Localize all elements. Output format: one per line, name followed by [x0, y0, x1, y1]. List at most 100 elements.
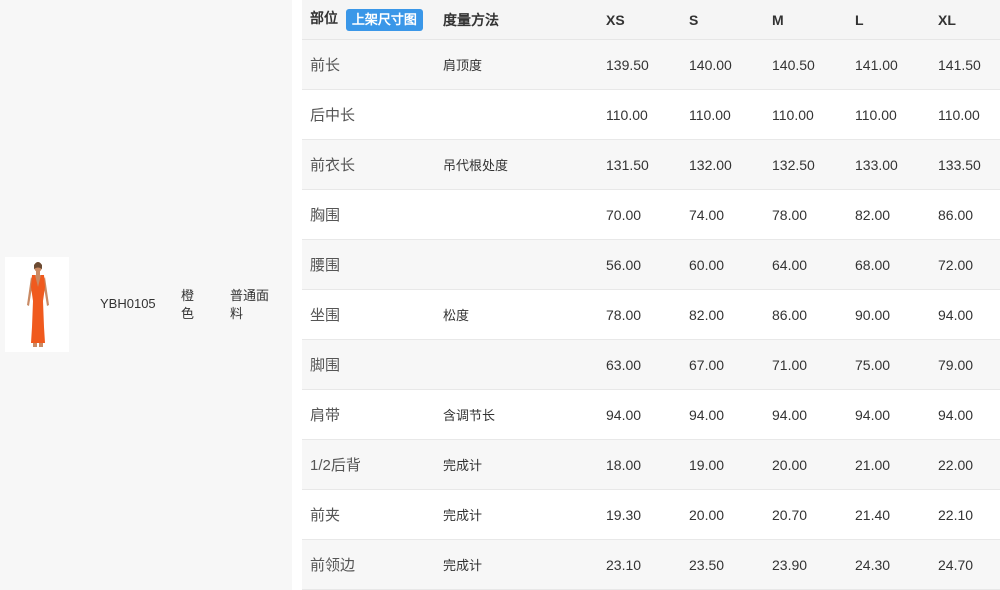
table-row: 后中长 110.00 110.00 110.00 110.00 110.00: [302, 89, 1000, 140]
size-value-xs: 131.50: [598, 139, 681, 190]
size-value-xs: 70.00: [598, 189, 681, 240]
table-row: 坐围 松度 78.00 82.00 86.00 90.00 94.00: [302, 289, 1000, 340]
size-value-l: 94.00: [847, 389, 930, 440]
table-row: 前夹 完成计 19.30 20.00 20.70 21.40 22.10: [302, 489, 1000, 540]
size-value-s: 82.00: [681, 289, 764, 340]
size-value-m: 71.00: [764, 339, 847, 390]
size-value-m: 94.00: [764, 389, 847, 440]
measurement-method: [435, 339, 598, 390]
size-value-l: 68.00: [847, 239, 930, 290]
size-value-l: 141.00: [847, 39, 930, 90]
size-value-s: 67.00: [681, 339, 764, 390]
size-value-xl: 86.00: [930, 189, 1000, 240]
header-size-l: L: [847, 0, 930, 40]
header-part: 部位 上架尺寸图: [302, 0, 435, 40]
product-info-panel: YBH0105 橙色 普通面料: [0, 0, 292, 590]
size-value-s: 110.00: [681, 89, 764, 140]
size-value-xl: 72.00: [930, 239, 1000, 290]
product-fabric: 普通面料: [230, 288, 270, 321]
table-row: 胸围 70.00 74.00 78.00 82.00 86.00: [302, 189, 1000, 240]
measurement-method: [435, 89, 598, 140]
size-value-m: 20.70: [764, 489, 847, 540]
table-row: 脚围 63.00 67.00 71.00 75.00 79.00: [302, 339, 1000, 390]
measurement-method: 完成计: [435, 539, 598, 590]
size-value-l: 21.40: [847, 489, 930, 540]
size-value-xs: 56.00: [598, 239, 681, 290]
measurement-part: 前衣长: [302, 139, 435, 190]
measurement-part: 前领边: [302, 539, 435, 590]
measurement-part: 1/2后背: [302, 439, 435, 490]
size-value-l: 21.00: [847, 439, 930, 490]
size-value-xl: 94.00: [930, 289, 1000, 340]
size-value-l: 133.00: [847, 139, 930, 190]
size-value-s: 74.00: [681, 189, 764, 240]
table-row: 前衣长 吊代根处度 131.50 132.00 132.50 133.00 133.50: [302, 139, 1000, 190]
product-color: 橙色: [181, 288, 195, 321]
size-value-l: 90.00: [847, 289, 930, 340]
size-value-m: 23.90: [764, 539, 847, 590]
size-value-xl: 133.50: [930, 139, 1000, 190]
measurement-part: 肩带: [302, 389, 435, 440]
size-value-xl: 94.00: [930, 389, 1000, 440]
size-value-xs: 63.00: [598, 339, 681, 390]
measurement-method: 肩顶度: [435, 39, 598, 90]
table-row: 腰围 56.00 60.00 64.00 68.00 72.00: [302, 239, 1000, 290]
size-value-l: 110.00: [847, 89, 930, 140]
size-value-s: 132.00: [681, 139, 764, 190]
upload-size-chart-button[interactable]: 上架尺寸图: [345, 8, 423, 31]
size-value-xl: 141.50: [930, 39, 1000, 90]
measurement-part: 脚围: [302, 339, 435, 390]
size-value-m: 20.00: [764, 439, 847, 490]
size-value-m: 78.00: [764, 189, 847, 240]
table-row: 肩带 含调节长 94.00 94.00 94.00 94.00 94.00: [302, 389, 1000, 440]
size-value-l: 75.00: [847, 339, 930, 390]
size-value-s: 20.00: [681, 489, 764, 540]
measurement-part: 后中长: [302, 89, 435, 140]
size-value-xl: 79.00: [930, 339, 1000, 390]
measurement-method: 吊代根处度: [435, 139, 598, 190]
table-row: 前领边 完成计 23.10 23.50 23.90 24.30 24.70: [302, 539, 1000, 590]
size-chart-table: 部位 上架尺寸图 度量方法 XS S M L XL 前长 肩顶度 139.50 140…: [302, 0, 1000, 590]
dress-model-image: [27, 262, 49, 347]
size-value-xs: 78.00: [598, 289, 681, 340]
size-value-l: 82.00: [847, 189, 930, 240]
size-value-xs: 94.00: [598, 389, 681, 440]
size-value-s: 23.50: [681, 539, 764, 590]
size-value-xs: 18.00: [598, 439, 681, 490]
size-value-m: 132.50: [764, 139, 847, 190]
header-size-xs: XS: [598, 0, 681, 40]
size-value-s: 19.00: [681, 439, 764, 490]
product-thumbnail[interactable]: [5, 257, 69, 352]
size-value-s: 94.00: [681, 389, 764, 440]
measurement-method: [435, 239, 598, 290]
size-value-xs: 110.00: [598, 89, 681, 140]
measurement-method: 松度: [435, 289, 598, 340]
size-value-xs: 19.30: [598, 489, 681, 540]
size-value-xs: 23.10: [598, 539, 681, 590]
table-row: 1/2后背 完成计 18.00 19.00 20.00 21.00 22.00: [302, 439, 1000, 490]
measurement-part: 前长: [302, 39, 435, 90]
table-row: 前长 肩顶度 139.50 140.00 140.50 141.00 141.50: [302, 39, 1000, 90]
measurement-method: 完成计: [435, 439, 598, 490]
size-value-m: 64.00: [764, 239, 847, 290]
size-value-m: 86.00: [764, 289, 847, 340]
size-value-m: 140.50: [764, 39, 847, 90]
measurement-method: 含调节长: [435, 389, 598, 440]
size-value-xl: 22.00: [930, 439, 1000, 490]
measurement-method: [435, 189, 598, 240]
size-value-m: 110.00: [764, 89, 847, 140]
size-value-s: 60.00: [681, 239, 764, 290]
measurement-part: 腰围: [302, 239, 435, 290]
header-size-m: M: [764, 0, 847, 40]
header-size-xl: XL: [930, 0, 1000, 40]
header-part-label: 部位: [310, 10, 338, 27]
size-value-s: 140.00: [681, 39, 764, 90]
measurement-method: 完成计: [435, 489, 598, 540]
header-size-s: S: [681, 0, 764, 40]
size-value-xl: 22.10: [930, 489, 1000, 540]
size-value-xs: 139.50: [598, 39, 681, 90]
measurement-part: 坐围: [302, 289, 435, 340]
measurement-part: 胸围: [302, 189, 435, 240]
header-method: 度量方法: [435, 0, 598, 40]
product-sku: YBH0105: [100, 296, 156, 311]
